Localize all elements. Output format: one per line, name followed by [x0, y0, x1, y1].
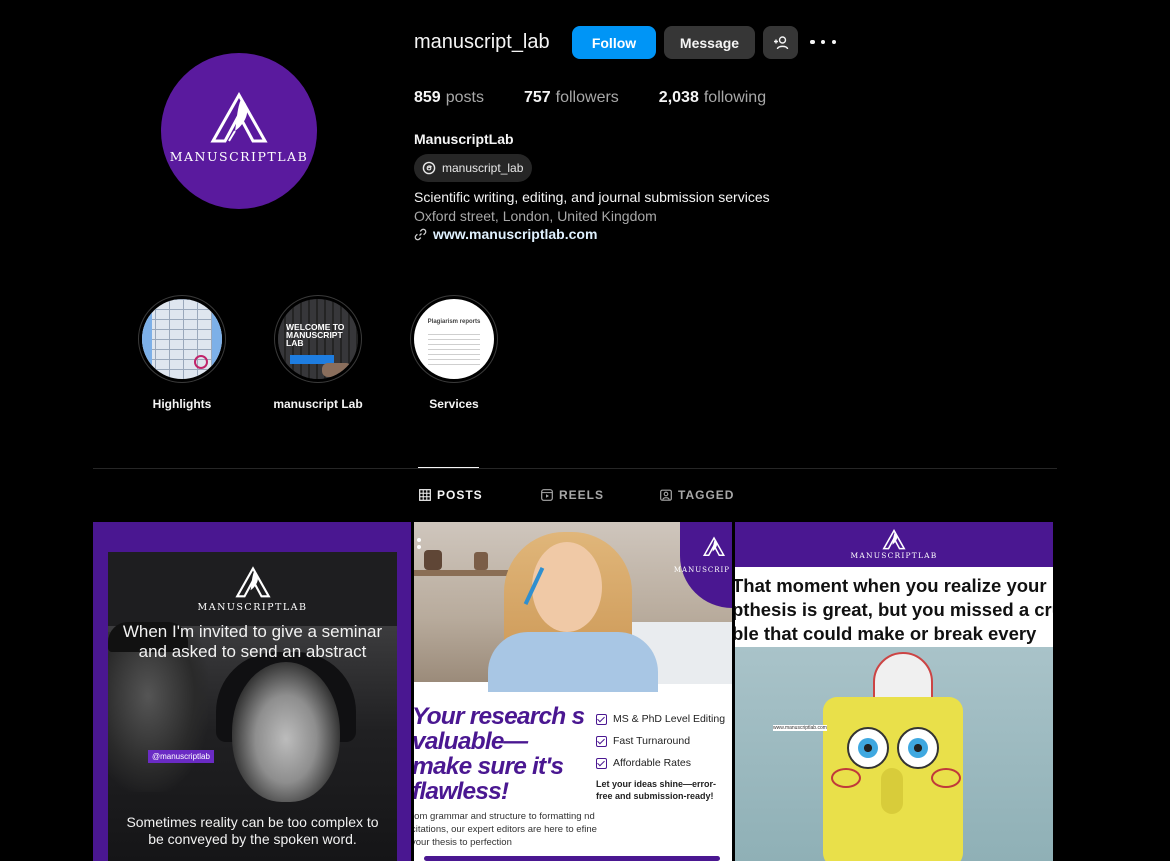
post-watermark: www.manuscriptlab.com — [773, 725, 827, 731]
highlight-thumb-text: Plagiarism reports — [427, 319, 481, 325]
tab-reels[interactable]: REELS — [541, 488, 604, 502]
grid-icon — [419, 489, 431, 501]
following-stat[interactable]: 2,038 following — [659, 89, 766, 107]
feature-item: Fast Turnaround — [596, 734, 725, 748]
suggest-users-button[interactable] — [763, 26, 798, 59]
followers-stat[interactable]: 757 followers — [524, 89, 619, 107]
post-tile[interactable]: MANUSCRIP Your research s valuable— make… — [414, 522, 732, 861]
message-button[interactable]: Message — [664, 26, 755, 59]
highlight-label: manuscript Lab — [273, 397, 363, 411]
highlight-thumbnail: Plagiarism reports — [414, 299, 494, 379]
post-wordmark: MANUSCRIPTLAB — [850, 551, 938, 560]
post-cta-text: Let your ideas shine—error-free and subm… — [596, 779, 717, 801]
post-body-text: rom grammar and structure to formatting … — [414, 811, 597, 848]
highlight-highlights[interactable]: Highlights — [137, 295, 227, 411]
followers-count: 757 — [523, 89, 551, 106]
highlight-thumbnail — [142, 299, 222, 379]
followers-stat-label: followers — [555, 89, 619, 106]
more-options-button[interactable] — [810, 33, 836, 51]
threads-icon — [422, 161, 436, 175]
highlight-ring — [138, 295, 226, 383]
post-tile[interactable]: MANUSCRIPTLAB That moment when you reali… — [735, 522, 1053, 861]
threads-handle: manuscript_lab — [442, 161, 524, 175]
website-text: www.manuscriptlab.com — [433, 226, 598, 242]
posts-stat: 859 posts — [414, 89, 484, 107]
tab-posts[interactable]: POSTS — [419, 488, 483, 502]
tab-label: POSTS — [437, 488, 483, 502]
profile-stats: 859 posts 757 followers 2,038 following — [414, 89, 806, 107]
more-dots-icon — [810, 39, 815, 45]
tab-label: REELS — [559, 488, 605, 502]
person-plus-icon — [773, 35, 788, 49]
tab-tagged[interactable]: TAGGED — [660, 488, 734, 502]
profile-location: Oxford street, London, United Kingdom — [414, 208, 657, 224]
posts-stat-label: posts — [445, 89, 484, 106]
meme-bottom-text: Sometimes reality can be too complex to … — [126, 814, 379, 847]
feature-item: Affordable Rates — [596, 756, 725, 770]
quill-logo-icon — [234, 565, 271, 597]
tab-label: TAGGED — [678, 488, 735, 502]
profile-avatar[interactable]: MANUSCRIPTLAB — [161, 53, 317, 209]
post-headline: Your research s valuable— make sure it's… — [414, 703, 585, 805]
following-stat-label: following — [703, 89, 767, 106]
quill-logo-icon — [882, 529, 906, 550]
post-caption: That moment when you realize your pthesi… — [735, 575, 1053, 644]
tagged-icon — [660, 489, 672, 501]
post-wordmark: MANUSCRIPTLAB — [197, 601, 308, 613]
highlight-ring: Plagiarism reports — [410, 295, 498, 383]
tabs-divider — [93, 468, 1057, 469]
following-count: 2,038 — [658, 89, 699, 106]
profile-bio: Scientific writing, editing, and journal… — [414, 189, 770, 205]
threads-link[interactable]: manuscript_lab — [414, 154, 533, 182]
link-icon — [414, 228, 427, 240]
checkbox-icon — [596, 713, 607, 725]
profile-full-name: ManuscriptLab — [414, 131, 514, 147]
quill-logo-icon — [702, 536, 726, 556]
feature-checklist: MS & PhD Level Editing Fast Turnaround A… — [596, 712, 725, 778]
highlight-label: Services — [429, 397, 479, 411]
highlight-ring: WELCOME TO MANUSCRIPT LAB — [274, 295, 362, 383]
highlight-label: Highlights — [152, 397, 212, 411]
checkbox-icon — [596, 735, 607, 747]
active-tab-indicator — [418, 467, 479, 468]
feature-item: MS & PhD Level Editing — [596, 712, 725, 726]
highlight-manuscript-lab[interactable]: WELCOME TO MANUSCRIPT LAB manuscript Lab — [273, 295, 363, 411]
reels-icon — [541, 489, 553, 501]
quill-logo-icon — [210, 91, 268, 142]
highlight-thumb-text: WELCOME TO MANUSCRIPT LAB — [286, 322, 345, 348]
checkbox-icon — [596, 757, 607, 769]
profile-website-link[interactable]: www.manuscriptlab.com — [414, 226, 597, 242]
posts-count: 859 — [414, 89, 441, 106]
highlight-thumbnail: WELCOME TO MANUSCRIPT LAB — [278, 299, 358, 379]
meme-tag: @manuscriptlab — [148, 750, 214, 763]
highlight-services[interactable]: Plagiarism reports Services — [409, 295, 499, 411]
carousel-indicator — [417, 538, 421, 552]
follow-button[interactable]: Follow — [572, 26, 656, 59]
profile-username: manuscript_lab — [414, 31, 550, 53]
post-wordmark: MANUSCRIP — [673, 566, 730, 574]
meme-top-text: When I'm invited to give a seminar and a… — [122, 622, 383, 661]
avatar-wordmark: MANUSCRIPTLAB — [169, 148, 309, 164]
post-tile[interactable]: MANUSCRIPTLAB When I'm invited to give a… — [93, 522, 411, 861]
post-card: MANUSCRIPTLAB When I'm invited to give a… — [108, 552, 397, 861]
